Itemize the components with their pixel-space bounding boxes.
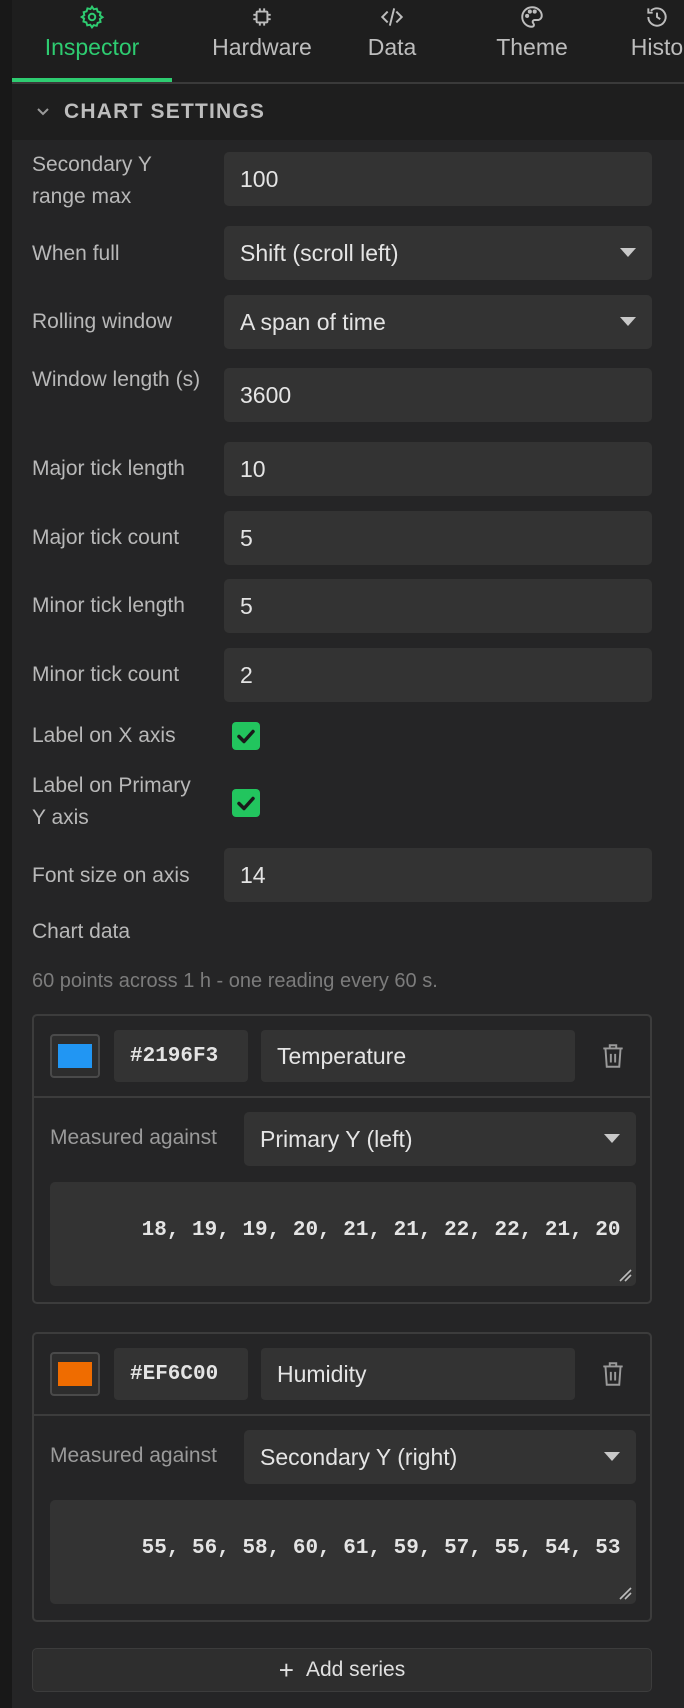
window-length-label: Window length (s) — [32, 368, 201, 391]
chevron-down-icon — [37, 108, 49, 116]
active-tab-indicator — [12, 78, 172, 82]
add-series-button[interactable]: + Add series — [32, 1648, 652, 1692]
measured-against-label: Measured against — [50, 1126, 217, 1149]
chip-icon — [253, 8, 271, 26]
minor-tick-length-label: Minor tick length — [32, 594, 185, 617]
series-values-text: 18, 19, 19, 20, 21, 21, 22, 22, 21, 20 — [141, 1219, 621, 1242]
dropdown-caret-icon — [604, 1134, 620, 1143]
label-primary-y-label: Label on Primary Y axis — [32, 774, 191, 829]
axis-select-value: Secondary Y (right) — [260, 1443, 458, 1470]
checkmark-icon — [237, 796, 255, 811]
window-length-value: 3600 — [240, 381, 292, 408]
chart-settings-header[interactable]: CHART SETTINGS — [12, 84, 684, 140]
inspector-panel: Inspector Hardware Data Theme Histo CHAR… — [12, 0, 684, 1708]
measured-against-label: Measured against — [50, 1444, 217, 1467]
series-card-header: #EF6C00 Humidity — [34, 1334, 650, 1416]
minor-tick-count-label: Minor tick count — [32, 663, 180, 686]
tab-hardware-label: Hardware — [212, 34, 312, 60]
rolling-window-select[interactable]: A span of time — [224, 295, 652, 349]
tab-history[interactable]: Histo — [607, 0, 684, 82]
label-x-axis-label: Label on X axis — [32, 724, 176, 747]
plus-icon: + — [278, 1655, 294, 1685]
secondary-y-max-input[interactable]: 100 — [224, 152, 652, 206]
minor-tick-count-value: 2 — [240, 661, 253, 688]
window-length-input[interactable]: 3600 — [224, 368, 652, 422]
series-name-input[interactable]: Temperature — [261, 1030, 575, 1082]
series-name-value: Temperature — [277, 1042, 407, 1069]
tab-hardware[interactable]: Hardware — [182, 0, 342, 82]
font-size-axis-value: 14 — [240, 861, 266, 888]
trash-icon[interactable] — [600, 1360, 626, 1388]
color-swatch — [58, 1044, 92, 1068]
color-swatch — [58, 1362, 92, 1386]
dropdown-caret-icon — [620, 317, 636, 326]
dropdown-caret-icon — [604, 1452, 620, 1461]
series-name-value: Humidity — [277, 1360, 367, 1387]
when-full-select[interactable]: Shift (scroll left) — [224, 226, 652, 280]
tab-bar: Inspector Hardware Data Theme Histo — [12, 0, 684, 84]
secondary-y-max-value: 100 — [240, 165, 279, 192]
axis-select-value: Primary Y (left) — [260, 1125, 413, 1152]
chart-data-label: Chart data — [32, 920, 131, 943]
tab-inspector[interactable]: Inspector — [12, 0, 172, 82]
series-values-textarea[interactable]: 55, 56, 58, 60, 61, 59, 57, 55, 54, 53 — [50, 1500, 636, 1604]
secondary-y-max-label: Secondary Y range max — [32, 153, 152, 208]
tab-theme-label: Theme — [496, 34, 568, 60]
resize-grip-icon[interactable] — [618, 1268, 632, 1282]
when-full-label: When full — [32, 242, 120, 265]
series-values-textarea[interactable]: 18, 19, 19, 20, 21, 21, 22, 22, 21, 20 — [50, 1182, 636, 1286]
color-hex-input[interactable]: #2196F3 — [114, 1030, 248, 1082]
tab-inspector-label: Inspector — [44, 34, 140, 60]
minor-tick-length-value: 5 — [240, 592, 253, 619]
series-values-text: 55, 56, 58, 60, 61, 59, 57, 55, 54, 53 — [141, 1537, 621, 1560]
series-card-header: #2196F3 Temperature — [34, 1016, 650, 1098]
major-tick-length-label: Major tick length — [32, 457, 185, 480]
checkmark-icon — [237, 729, 255, 744]
major-tick-length-input[interactable]: 10 — [224, 442, 652, 496]
series-card: #2196F3 Temperature Measured against Pri… — [32, 1014, 652, 1304]
series-card: #EF6C00 Humidity Measured against Second… — [32, 1332, 652, 1622]
history-icon — [647, 7, 667, 27]
rolling-window-label: Rolling window — [32, 310, 173, 333]
label-primary-y-checkbox[interactable] — [232, 789, 260, 817]
gear-icon — [79, 4, 105, 29]
tab-data-label: Data — [367, 34, 417, 60]
font-size-axis-label: Font size on axis — [32, 864, 190, 887]
color-hex-input[interactable]: #EF6C00 — [114, 1348, 248, 1400]
series-name-input[interactable]: Humidity — [261, 1348, 575, 1400]
trash-icon[interactable] — [600, 1042, 626, 1070]
section-title: CHART SETTINGS — [64, 100, 266, 123]
code-icon — [380, 8, 404, 26]
tab-history-label: Histo — [630, 34, 684, 60]
chart-data-summary: 60 points across 1 h - one reading every… — [32, 970, 438, 992]
major-tick-count-label: Major tick count — [32, 526, 180, 549]
axis-select[interactable]: Secondary Y (right) — [244, 1430, 636, 1484]
color-swatch-button[interactable] — [50, 1034, 100, 1078]
major-tick-count-value: 5 — [240, 524, 253, 551]
major-tick-count-input[interactable]: 5 — [224, 511, 652, 565]
label-x-axis-checkbox[interactable] — [232, 722, 260, 750]
minor-tick-count-input[interactable]: 2 — [224, 648, 652, 702]
rolling-window-value: A span of time — [240, 308, 386, 335]
minor-tick-length-input[interactable]: 5 — [224, 579, 652, 633]
palette-icon — [521, 6, 543, 28]
color-hex-value: #EF6C00 — [130, 1362, 219, 1386]
add-series-label: Add series — [305, 1658, 406, 1681]
font-size-axis-input[interactable]: 14 — [224, 848, 652, 902]
tab-theme[interactable]: Theme — [467, 0, 597, 82]
major-tick-length-value: 10 — [240, 455, 266, 482]
dropdown-caret-icon — [620, 248, 636, 257]
when-full-value: Shift (scroll left) — [240, 239, 399, 266]
color-swatch-button[interactable] — [50, 1352, 100, 1396]
tab-data[interactable]: Data — [332, 0, 452, 82]
resize-grip-icon[interactable] — [618, 1586, 632, 1600]
color-hex-value: #2196F3 — [130, 1044, 219, 1068]
axis-select[interactable]: Primary Y (left) — [244, 1112, 636, 1166]
